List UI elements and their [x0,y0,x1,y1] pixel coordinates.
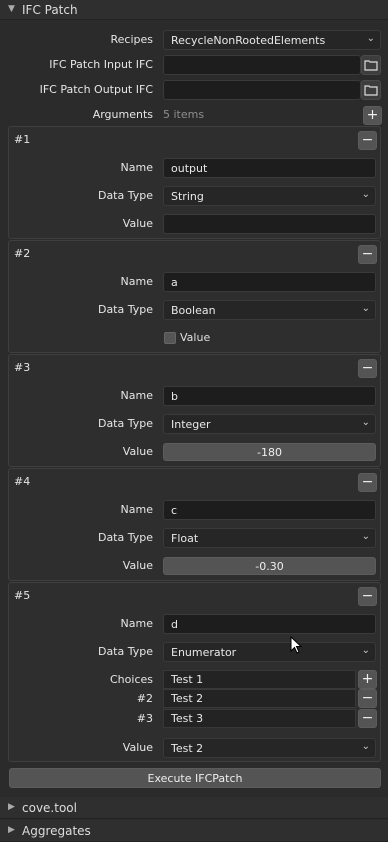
value-float-slider[interactable]: -0.30 [163,557,376,575]
data-type-label: Data Type [97,303,153,316]
data-type-label: Data Type [97,189,153,202]
name-field[interactable]: a [163,272,376,292]
name-field[interactable]: output [163,158,376,178]
arguments-label: Arguments [92,108,153,121]
data-type-label: Data Type [97,531,153,544]
input-ifc-label: IFC Patch Input IFC [49,58,153,71]
panel-title: Aggregates [22,824,91,838]
value-integer-slider[interactable]: -180 [163,443,376,461]
data-type-value: Enumerator [171,646,237,659]
choice-item[interactable]: Test 2 [163,689,356,708]
argument-title: #2 [14,247,31,260]
value-label: Value [122,559,153,572]
value-field[interactable] [163,214,376,234]
argument-title: #1 [14,133,31,146]
minus-icon[interactable]: − [358,359,377,378]
data-type-dropdown[interactable]: Float ⌄ [163,528,376,548]
collapse-triangle-icon: ▼ [8,4,15,14]
expand-triangle-icon: ▶ [8,802,15,812]
minus-icon[interactable]: − [358,689,377,708]
value-label: Value [122,445,153,458]
plus-icon[interactable]: + [358,670,377,689]
name-label: Name [120,503,153,516]
argument-title: #5 [14,589,31,602]
name-field[interactable]: b [163,386,376,406]
input-ifc-field[interactable] [163,55,361,75]
data-type-value: Float [171,532,199,545]
chevron-down-icon: ⌄ [361,189,370,200]
chevron-down-icon: ⌄ [361,417,370,428]
data-type-value: String [171,190,204,203]
data-type-dropdown[interactable]: String ⌄ [163,186,376,206]
minus-icon[interactable]: − [358,245,377,264]
name-label: Name [120,275,153,288]
recipes-label: Recipes [110,33,153,46]
chevron-down-icon: ⌄ [361,645,370,656]
chevron-down-icon: ⌄ [366,33,375,44]
data-type-value: Integer [171,418,211,431]
choices-label: Choices [110,673,153,686]
panel-header-ifc-patch[interactable]: ▼ IFC Patch [0,0,388,20]
value-checkbox[interactable] [164,332,176,344]
panel-header-aggregates[interactable]: ▶ Aggregates [0,820,388,842]
choice-index: #2 [136,692,153,705]
argument-title: #3 [14,361,31,374]
data-type-value: Boolean [171,304,216,317]
name-label: Name [120,389,153,402]
panel-title: IFC Patch [22,3,78,17]
value-label: Value [122,741,153,754]
expand-triangle-icon: ▶ [8,825,15,835]
data-type-dropdown[interactable]: Enumerator ⌄ [163,642,376,662]
plus-icon[interactable]: + [363,106,382,125]
name-field[interactable]: d [163,614,376,634]
chevron-down-icon: ⌄ [361,303,370,314]
value-label: Value [122,217,153,230]
data-type-label: Data Type [97,417,153,430]
panel-title: cove.tool [22,801,77,815]
recipes-value: RecycleNonRootedElements [171,34,326,47]
recipes-dropdown[interactable]: RecycleNonRootedElements ⌄ [163,30,381,50]
arguments-count: 5 items [163,108,205,121]
execute-ifcpatch-button[interactable]: Execute IFCPatch [9,768,381,788]
minus-icon[interactable]: − [358,131,377,150]
choice-item[interactable]: Test 3 [163,709,356,728]
argument-title: #4 [14,475,31,488]
choice-item[interactable]: Test 1 [163,670,356,689]
value-checkbox-label: Value [180,331,211,344]
minus-icon[interactable]: − [358,587,377,606]
folder-icon[interactable] [361,55,381,75]
mouse-cursor-icon [290,636,303,654]
enum-value: Test 2 [171,742,204,755]
choice-index: #3 [136,712,153,725]
output-ifc-label: IFC Patch Output IFC [39,83,153,96]
data-type-dropdown[interactable]: Boolean ⌄ [163,300,376,320]
panel-header-cove-tool[interactable]: ▶ cove.tool [0,797,388,819]
value-enum-dropdown[interactable]: Test 2 ⌄ [163,738,376,758]
folder-icon[interactable] [361,80,381,100]
output-ifc-field[interactable] [163,80,361,100]
name-label: Name [120,161,153,174]
name-field[interactable]: c [163,500,376,520]
minus-icon[interactable]: − [358,473,377,492]
name-label: Name [120,617,153,630]
chevron-down-icon: ⌄ [361,741,370,752]
data-type-label: Data Type [97,645,153,658]
data-type-dropdown[interactable]: Integer ⌄ [163,414,376,434]
chevron-down-icon: ⌄ [361,531,370,542]
minus-icon[interactable]: − [358,709,377,728]
